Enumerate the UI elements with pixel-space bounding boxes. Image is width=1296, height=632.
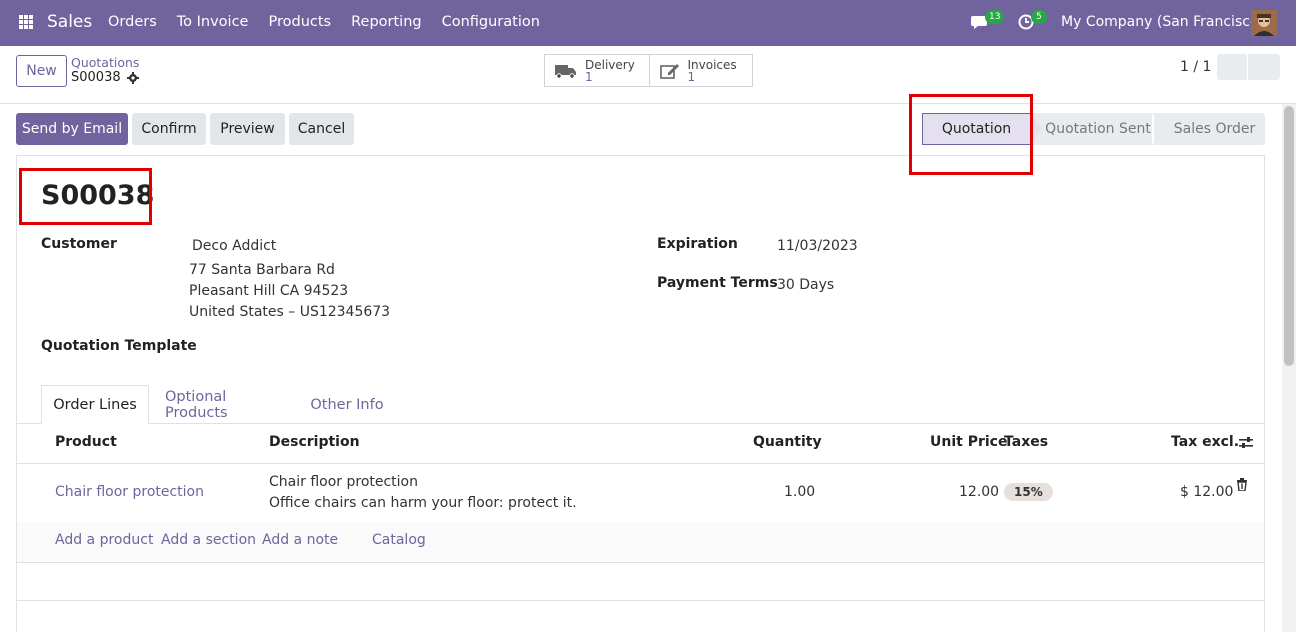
tab-other-info[interactable]: Other Info: [305, 385, 389, 424]
new-button[interactable]: New: [16, 55, 67, 87]
edit-icon: [659, 63, 679, 79]
control-panel: New Quotations S00038 Delivery 1 Invoice…: [0, 46, 1296, 104]
column-quantity[interactable]: Quantity: [753, 434, 822, 450]
company-switcher[interactable]: My Company (San Francisco): [1061, 14, 1264, 30]
column-product[interactable]: Product: [55, 434, 117, 450]
customer-address-line-3: United States – US12345673: [189, 304, 391, 320]
apps-grid-icon[interactable]: [19, 15, 33, 29]
payment-terms-field[interactable]: 30 Days: [777, 277, 834, 293]
highlight-box-record-name: [19, 168, 152, 225]
truck-icon: [555, 64, 576, 79]
pager-value[interactable]: 1 / 1: [1180, 59, 1211, 75]
row-description-line-2[interactable]: Office chairs can harm your floor: prote…: [269, 495, 577, 511]
quotation-template-label: Quotation Template: [41, 338, 197, 354]
trash-icon[interactable]: [1236, 478, 1248, 491]
app-name[interactable]: Sales: [47, 12, 92, 32]
column-taxes[interactable]: Taxes: [1004, 434, 1048, 450]
footer-divider: [17, 562, 1264, 563]
add-section-link[interactable]: Add a section: [161, 532, 256, 548]
add-product-link[interactable]: Add a product: [55, 532, 153, 548]
row-quantity[interactable]: 1.00: [784, 484, 815, 500]
column-description[interactable]: Description: [269, 434, 360, 450]
cancel-button[interactable]: Cancel: [289, 113, 354, 145]
messages-badge: 13: [985, 10, 1005, 24]
breadcrumb-current-label: S00038: [71, 70, 121, 85]
header-divider: [17, 463, 1264, 464]
top-navbar: Sales Orders To Invoice Products Reporti…: [0, 0, 1296, 46]
breadcrumb-current: S00038: [71, 70, 139, 85]
bottom-divider: [17, 600, 1264, 601]
invoices-count: 1: [687, 69, 696, 84]
form-tabs: Order Lines Optional Products Other Info: [17, 385, 1264, 425]
customer-field[interactable]: Deco Addict: [192, 238, 276, 254]
stage-sales-order[interactable]: Sales Order: [1154, 113, 1265, 145]
pager-previous-button[interactable]: [1217, 54, 1247, 80]
catalog-link[interactable]: Catalog: [372, 532, 426, 548]
menu-to-invoice[interactable]: To Invoice: [177, 14, 249, 30]
tab-optional-products[interactable]: Optional Products: [165, 385, 281, 424]
row-unit-price[interactable]: 12.00: [959, 484, 999, 500]
main-menu: Orders To Invoice Products Reporting Con…: [108, 14, 560, 30]
column-unit-price[interactable]: Unit Price: [930, 434, 1007, 450]
invoices-label: Invoices: [687, 57, 737, 72]
delivery-count: 1: [585, 69, 593, 84]
menu-orders[interactable]: Orders: [108, 14, 157, 30]
menu-reporting[interactable]: Reporting: [351, 14, 422, 30]
preview-button[interactable]: Preview: [210, 113, 285, 145]
customer-address-line-2: Pleasant Hill CA 94523: [189, 283, 349, 299]
menu-products[interactable]: Products: [268, 14, 331, 30]
gear-icon[interactable]: [126, 71, 139, 84]
breadcrumb-quotations[interactable]: Quotations: [71, 55, 139, 70]
activities-badge: 5: [1031, 10, 1047, 24]
tab-order-lines[interactable]: Order Lines: [41, 385, 149, 425]
row-tax-badge[interactable]: 15%: [1004, 483, 1053, 501]
stage-quotation-sent[interactable]: Quotation Sent: [1030, 113, 1154, 145]
scrollbar[interactable]: [1282, 104, 1296, 632]
expiration-field[interactable]: 11/03/2023: [777, 238, 858, 254]
payment-terms-label: Payment Terms: [657, 275, 778, 291]
confirm-button[interactable]: Confirm: [132, 113, 206, 145]
row-subtotal: $ 12.00: [1180, 484, 1234, 500]
smart-buttons: Delivery 1 Invoices 1: [544, 54, 753, 87]
highlight-box-status: [909, 94, 1033, 175]
invoices-smart-button[interactable]: Invoices 1: [648, 55, 753, 86]
menu-configuration[interactable]: Configuration: [442, 14, 540, 30]
row-description-line-1[interactable]: Chair floor protection: [269, 474, 418, 490]
send-by-email-button[interactable]: Send by Email: [16, 113, 128, 145]
expiration-label: Expiration: [657, 236, 738, 252]
column-settings-icon[interactable]: [1238, 436, 1254, 450]
table-footer: Add a product Add a section Add a note C…: [17, 522, 1264, 562]
customer-label: Customer: [41, 236, 117, 252]
row-product[interactable]: Chair floor protection: [55, 484, 204, 500]
add-note-link[interactable]: Add a note: [262, 532, 338, 548]
pager-next-button[interactable]: [1248, 54, 1280, 80]
column-subtotal[interactable]: Tax excl.: [1171, 434, 1239, 450]
scrollbar-thumb[interactable]: [1284, 106, 1294, 366]
delivery-label: Delivery: [585, 57, 635, 72]
user-avatar[interactable]: [1251, 10, 1277, 36]
customer-address-line-1: 77 Santa Barbara Rd: [189, 262, 335, 278]
delivery-smart-button[interactable]: Delivery 1: [545, 55, 649, 86]
